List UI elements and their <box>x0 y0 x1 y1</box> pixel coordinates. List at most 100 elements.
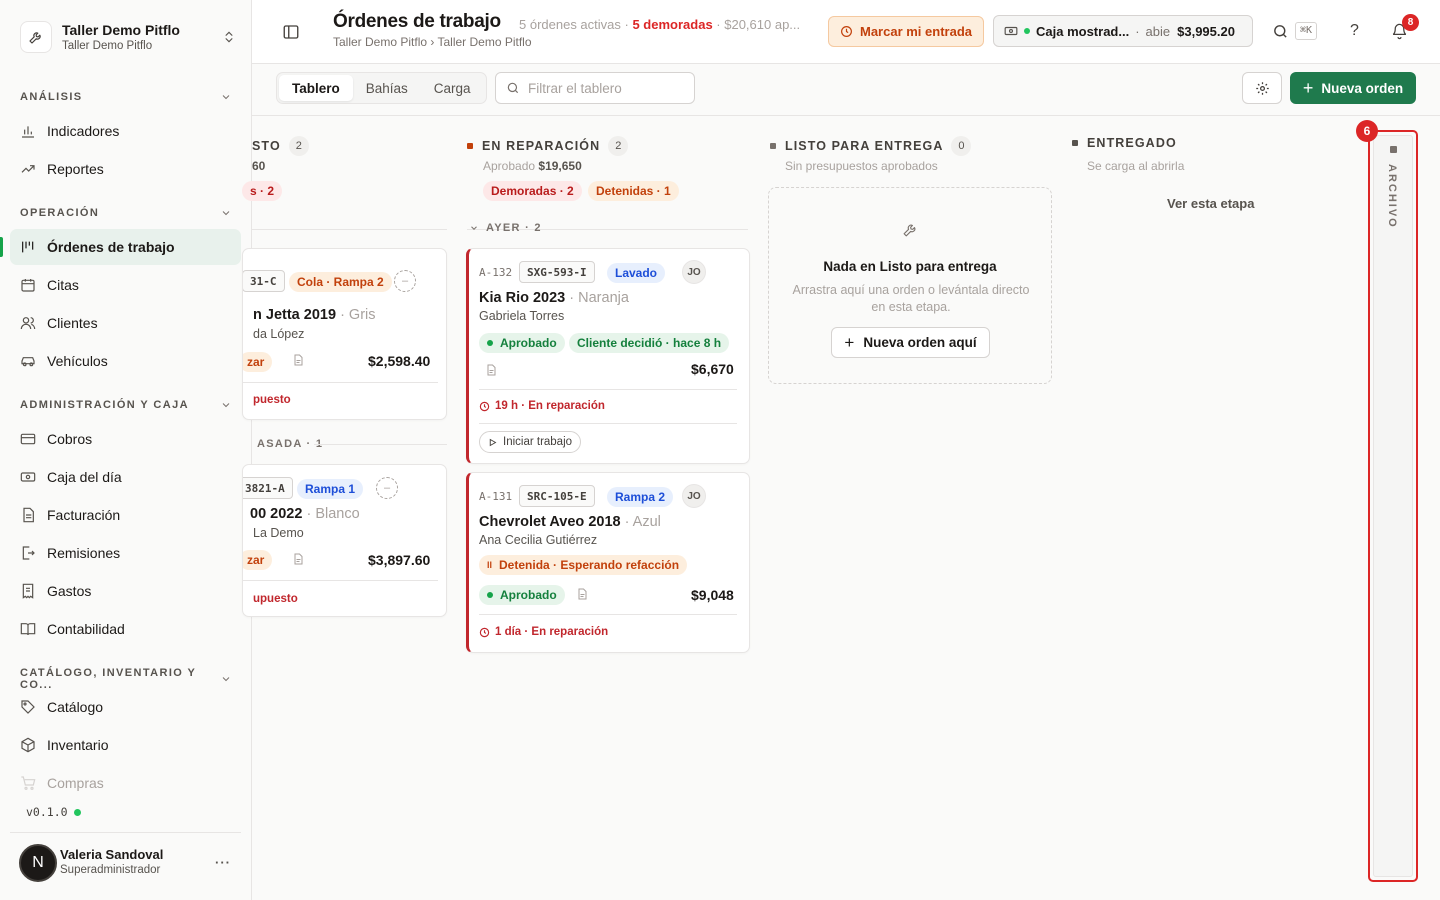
org-subtitle: Taller Demo Pitflo <box>62 40 153 52</box>
vehicle-name: 00 2022 <box>250 506 303 522</box>
tab-carga[interactable]: Carga <box>421 75 484 101</box>
sidebar-item-label: Compras <box>47 775 104 791</box>
section-header-operacion[interactable]: OPERACIÓN <box>20 207 232 219</box>
sidebar-item-label: Gastos <box>47 583 92 599</box>
sidebar-item-vehiculos[interactable]: Vehículos <box>10 343 241 379</box>
group-label: AYER · 2 <box>486 222 542 234</box>
sidebar-item-reportes[interactable]: Reportes <box>10 151 241 187</box>
new-order-here-button[interactable]: + Nueva orden aquí <box>831 327 990 358</box>
tab-tablero[interactable]: Tablero <box>279 75 353 101</box>
section-label: CATÁLOGO, INVENTARIO Y CO... <box>20 667 197 691</box>
more-icon[interactable]: ··· <box>215 855 231 870</box>
section-header-analisis[interactable]: ANÁLISIS <box>20 91 232 103</box>
order-card[interactable]: A-131 SRC-105-E Rampa 2 JO Chevrolet Ave… <box>466 472 750 653</box>
trend-up-icon <box>20 161 36 177</box>
sidebar-item-remisiones[interactable]: Remisiones <box>10 535 241 571</box>
status-dot <box>73 808 81 816</box>
board-settings-button[interactable] <box>1242 72 1282 104</box>
document-icon[interactable] <box>576 587 588 601</box>
held-filter-badge[interactable]: Detenidas · 1 <box>588 181 679 201</box>
pause-icon: ll <box>487 560 493 570</box>
file-export-icon <box>20 545 36 561</box>
timer-label: 19 h · En reparación <box>495 400 605 412</box>
column-header-en-reparacion: EN REPARACIÓN 2 <box>467 136 629 156</box>
section-header-catalogo[interactable]: CATÁLOGO, INVENTARIO Y CO... <box>20 667 232 691</box>
column-header-entregado: ENTREGADO <box>1072 136 1177 150</box>
sidebar-item-label: Clientes <box>47 315 98 331</box>
start-work-button[interactable]: Iniciar trabajo <box>479 431 582 453</box>
late-filter-badge[interactable]: Demoradas · 2 <box>483 181 582 201</box>
column-color-dot <box>1072 140 1078 146</box>
approved-label: Aprobado <box>483 159 536 173</box>
sidebar-item-inventario[interactable]: Inventario <box>10 727 241 763</box>
column-header-listo: LISTO PARA ENTREGA 0 <box>770 136 972 156</box>
kanban-icon <box>20 239 36 255</box>
sidebar-item-label: Contabilidad <box>47 621 125 637</box>
sidebar-item-indicadores[interactable]: Indicadores <box>10 113 241 149</box>
sidebar-item-gastos[interactable]: Gastos <box>10 573 241 609</box>
sidebar-item-facturacion[interactable]: Facturación <box>10 497 241 533</box>
vehicle-name: n Jetta 2019 <box>253 307 337 323</box>
clock-icon <box>479 401 490 412</box>
sidebar-toggle-icon[interactable] <box>282 23 300 41</box>
document-icon[interactable] <box>485 363 497 377</box>
help-icon[interactable]: ? <box>1350 22 1359 40</box>
invoice-icon <box>20 507 36 523</box>
new-order-button[interactable]: + Nueva orden <box>1290 72 1416 104</box>
sidebar-item-label: Inventario <box>47 737 109 753</box>
plate-badge: SXG-593-I <box>519 261 595 283</box>
order-card[interactable]: 31-C Cola · Rampa 2 – n Jetta 2019 · Gri… <box>242 248 447 420</box>
sidebar-item-citas[interactable]: Citas <box>10 267 241 303</box>
wrench-icon <box>20 21 52 53</box>
clock-in-button[interactable]: Marcar mi entrada <box>828 16 984 47</box>
tab-bahias[interactable]: Bahías <box>353 75 421 101</box>
archive-column[interactable]: ARCHIVO <box>1368 130 1418 882</box>
group-header[interactable]: AYER · 2 <box>469 222 542 234</box>
sidebar-item-label: Catálogo <box>47 699 104 715</box>
mechanic-avatar[interactable]: JO <box>682 260 706 284</box>
chevron-down-icon <box>220 399 232 411</box>
summary-active: 5 órdenes activas <box>519 17 621 32</box>
order-card[interactable]: A-132 SXG-593-I Lavado JO Kia Rio 2023 ·… <box>466 248 750 464</box>
cash-register-selector[interactable]: Caja mostrad... · abie $3,995.20 <box>993 15 1253 47</box>
clock-in-label: Marcar mi entrada <box>860 24 972 39</box>
notification-count: 8 <box>1402 14 1419 31</box>
search-shortcut: ⌘K <box>1295 22 1318 40</box>
chevron-updown-icon <box>222 30 236 44</box>
order-card[interactable]: 3821-A Rampa 1 – 00 2022 · Blanco La Dem… <box>242 464 447 617</box>
sidebar-item-catalogo[interactable]: Catálogo <box>10 689 241 725</box>
chevron-down-icon <box>220 673 232 685</box>
chevron-down-icon <box>469 223 479 233</box>
breadcrumb[interactable]: Taller Demo Pitflo › Taller Demo Pitflo <box>333 35 532 49</box>
sidebar-item-compras[interactable]: Compras <box>10 765 241 801</box>
view-stage-link[interactable]: Ver esta etapa <box>1167 196 1254 211</box>
budget-link[interactable]: puesto <box>253 394 291 406</box>
column-title: LISTO PARA ENTREGA <box>785 139 944 153</box>
sidebar-item-cobros[interactable]: Cobros <box>10 421 241 457</box>
section-header-administracion[interactable]: ADMINISTRACIÓN Y CAJA <box>20 399 232 411</box>
sidebar-item-ordenes[interactable]: Órdenes de trabajo <box>10 229 241 265</box>
filter-input[interactable] <box>528 80 688 96</box>
org-switcher[interactable]: Taller Demo Pitflo Taller Demo Pitflo <box>20 17 236 57</box>
document-icon[interactable] <box>292 353 304 367</box>
mechanic-avatar[interactable]: JO <box>682 484 706 508</box>
search-icon[interactable] <box>1272 23 1289 40</box>
budget-link[interactable]: upuesto <box>253 593 298 605</box>
status-badge: Aprobado <box>479 585 565 605</box>
sidebar-item-clientes[interactable]: Clientes <box>10 305 241 341</box>
assign-mechanic-button[interactable]: – <box>394 270 416 292</box>
orders-summary: 5 órdenes activas · 5 demoradas · $20,61… <box>519 17 815 32</box>
document-icon[interactable] <box>292 552 304 566</box>
empty-column-dropzone[interactable]: Nada en Listo para entrega Arrastra aquí… <box>768 187 1052 384</box>
calendar-icon <box>20 277 36 293</box>
sidebar-item-caja[interactable]: Caja del día <box>10 459 241 495</box>
client-name: da López <box>253 327 305 341</box>
vehicle-color: Naranja <box>578 290 629 306</box>
card-divider <box>243 580 438 581</box>
order-total: $9,048 <box>691 587 734 603</box>
sidebar-item-contabilidad[interactable]: Contabilidad <box>10 611 241 647</box>
user-menu[interactable]: N Valeria Sandoval Superadministrador ··… <box>10 832 241 892</box>
vehicle-color: Blanco <box>315 506 360 522</box>
assign-mechanic-button[interactable]: – <box>376 477 398 499</box>
open-status-dot <box>1024 28 1030 34</box>
